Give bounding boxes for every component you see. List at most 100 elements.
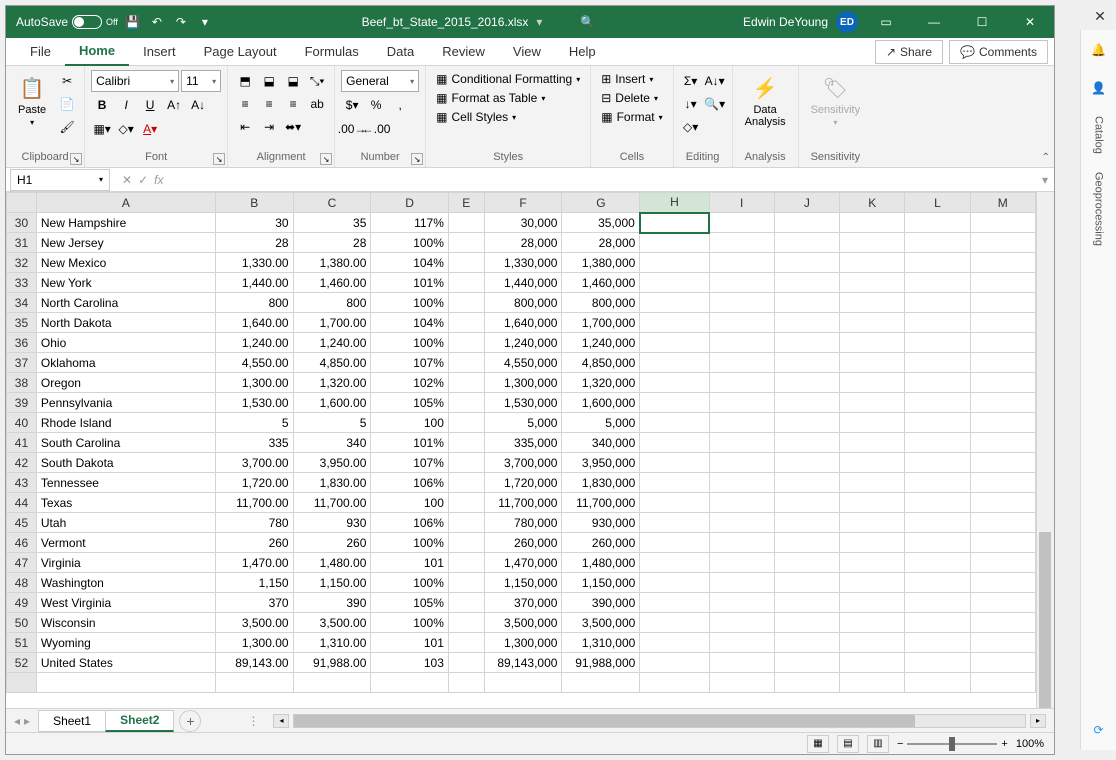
row-header[interactable]: 51 [7,633,37,653]
cell[interactable] [905,253,970,273]
cell[interactable] [640,353,709,373]
row-header[interactable]: 44 [7,493,37,513]
cell[interactable]: 3,700,000 [484,453,562,473]
cell[interactable]: 117% [371,213,449,233]
cell[interactable] [774,413,839,433]
cell[interactable] [709,553,774,573]
catalog-tab[interactable]: Catalog [1093,116,1105,154]
cell[interactable]: 1,310.00 [293,633,371,653]
ribbon-tab-help[interactable]: Help [555,38,610,66]
cell[interactable] [709,673,774,693]
conditional-formatting-button[interactable]: ▦Conditional Formatting▾ [432,70,584,88]
cell[interactable]: 800,000 [562,293,640,313]
cell[interactable]: 260,000 [484,533,562,553]
cell[interactable] [448,413,484,433]
cell[interactable] [970,253,1035,273]
cell[interactable]: 370,000 [484,593,562,613]
cell[interactable]: 1,460.00 [293,273,371,293]
cell[interactable] [774,213,839,233]
cell[interactable] [970,453,1035,473]
cell[interactable] [774,373,839,393]
font-size-combo[interactable]: 11▾ [181,70,221,92]
cell[interactable] [905,413,970,433]
cell[interactable] [905,553,970,573]
cell[interactable]: 4,550.00 [215,353,293,373]
cell[interactable]: 106% [371,513,449,533]
outer-close-button[interactable]: ✕ [1090,6,1110,26]
cell[interactable] [709,513,774,533]
fill-color-icon[interactable]: ◇▾ [115,118,137,140]
cell[interactable] [840,353,905,373]
cell[interactable] [709,373,774,393]
format-as-table-button[interactable]: ▦Format as Table▾ [432,89,584,107]
cell[interactable] [640,673,709,693]
row-header[interactable]: 33 [7,273,37,293]
cell[interactable]: 28 [293,233,371,253]
sort-filter-icon[interactable]: A↓▾ [704,70,726,92]
ribbon-tab-formulas[interactable]: Formulas [291,38,373,66]
cell[interactable] [448,533,484,553]
cell[interactable] [840,593,905,613]
cell[interactable] [905,473,970,493]
cell[interactable]: 1,700.00 [293,313,371,333]
cell[interactable]: 100% [371,533,449,553]
col-header-D[interactable]: D [371,193,449,213]
italic-button[interactable]: I [115,94,137,116]
comments-button[interactable]: 💬 Comments [949,40,1048,64]
cell[interactable] [905,673,970,693]
cell[interactable] [709,293,774,313]
align-middle-icon[interactable]: ⬓ [258,70,280,92]
cell[interactable]: New Mexico [36,253,215,273]
cell[interactable]: 340 [293,433,371,453]
ribbon-tab-review[interactable]: Review [428,38,499,66]
row-header[interactable]: 32 [7,253,37,273]
cell[interactable]: 89,143,000 [484,653,562,673]
col-header-E[interactable]: E [448,193,484,213]
cell[interactable]: 30,000 [484,213,562,233]
cell[interactable]: 1,440,000 [484,273,562,293]
undo-icon[interactable]: ↶ [148,13,166,31]
confirm-formula-icon[interactable]: ✓ [138,173,148,187]
clear-icon[interactable]: ◇▾ [680,116,702,138]
col-header-J[interactable]: J [774,193,839,213]
cell[interactable]: 89,143.00 [215,653,293,673]
cell[interactable]: 100% [371,293,449,313]
cell[interactable]: Vermont [36,533,215,553]
cell[interactable]: 106% [371,473,449,493]
decrease-font-icon[interactable]: A↓ [187,94,209,116]
cell[interactable]: 800,000 [484,293,562,313]
cell-styles-button[interactable]: ▦Cell Styles▾ [432,108,584,126]
borders-icon[interactable]: ▦▾ [91,118,113,140]
cell[interactable]: 1,460,000 [562,273,640,293]
cell[interactable] [448,473,484,493]
cell[interactable] [840,673,905,693]
row-header[interactable]: 46 [7,533,37,553]
cell[interactable] [905,593,970,613]
cell[interactable] [709,273,774,293]
cell[interactable]: 5,000 [484,413,562,433]
cell[interactable] [709,393,774,413]
cell[interactable]: 1,470.00 [215,553,293,573]
cell[interactable] [640,613,709,633]
formula-input[interactable] [171,169,1036,191]
collapse-ribbon-icon[interactable]: ⌃ [1042,152,1050,163]
cell[interactable] [640,253,709,273]
cell[interactable] [448,553,484,573]
cell[interactable]: 260 [293,533,371,553]
cell[interactable] [709,433,774,453]
col-header-B[interactable]: B [215,193,293,213]
cell[interactable] [709,313,774,333]
cell[interactable]: 4,550,000 [484,353,562,373]
cell[interactable]: 1,300.00 [215,373,293,393]
cell[interactable] [448,253,484,273]
cell[interactable]: 1,720,000 [484,473,562,493]
cell[interactable]: 1,640.00 [215,313,293,333]
cell[interactable]: 1,320,000 [562,373,640,393]
cell[interactable]: 35 [293,213,371,233]
zoom-level[interactable]: 100% [1016,738,1044,750]
cell[interactable]: 100% [371,613,449,633]
col-header-I[interactable]: I [709,193,774,213]
ribbon-tab-home[interactable]: Home [65,38,129,66]
save-icon[interactable]: 💾 [124,13,142,31]
sheet-nav-prev-icon[interactable]: ◂ [14,714,20,728]
